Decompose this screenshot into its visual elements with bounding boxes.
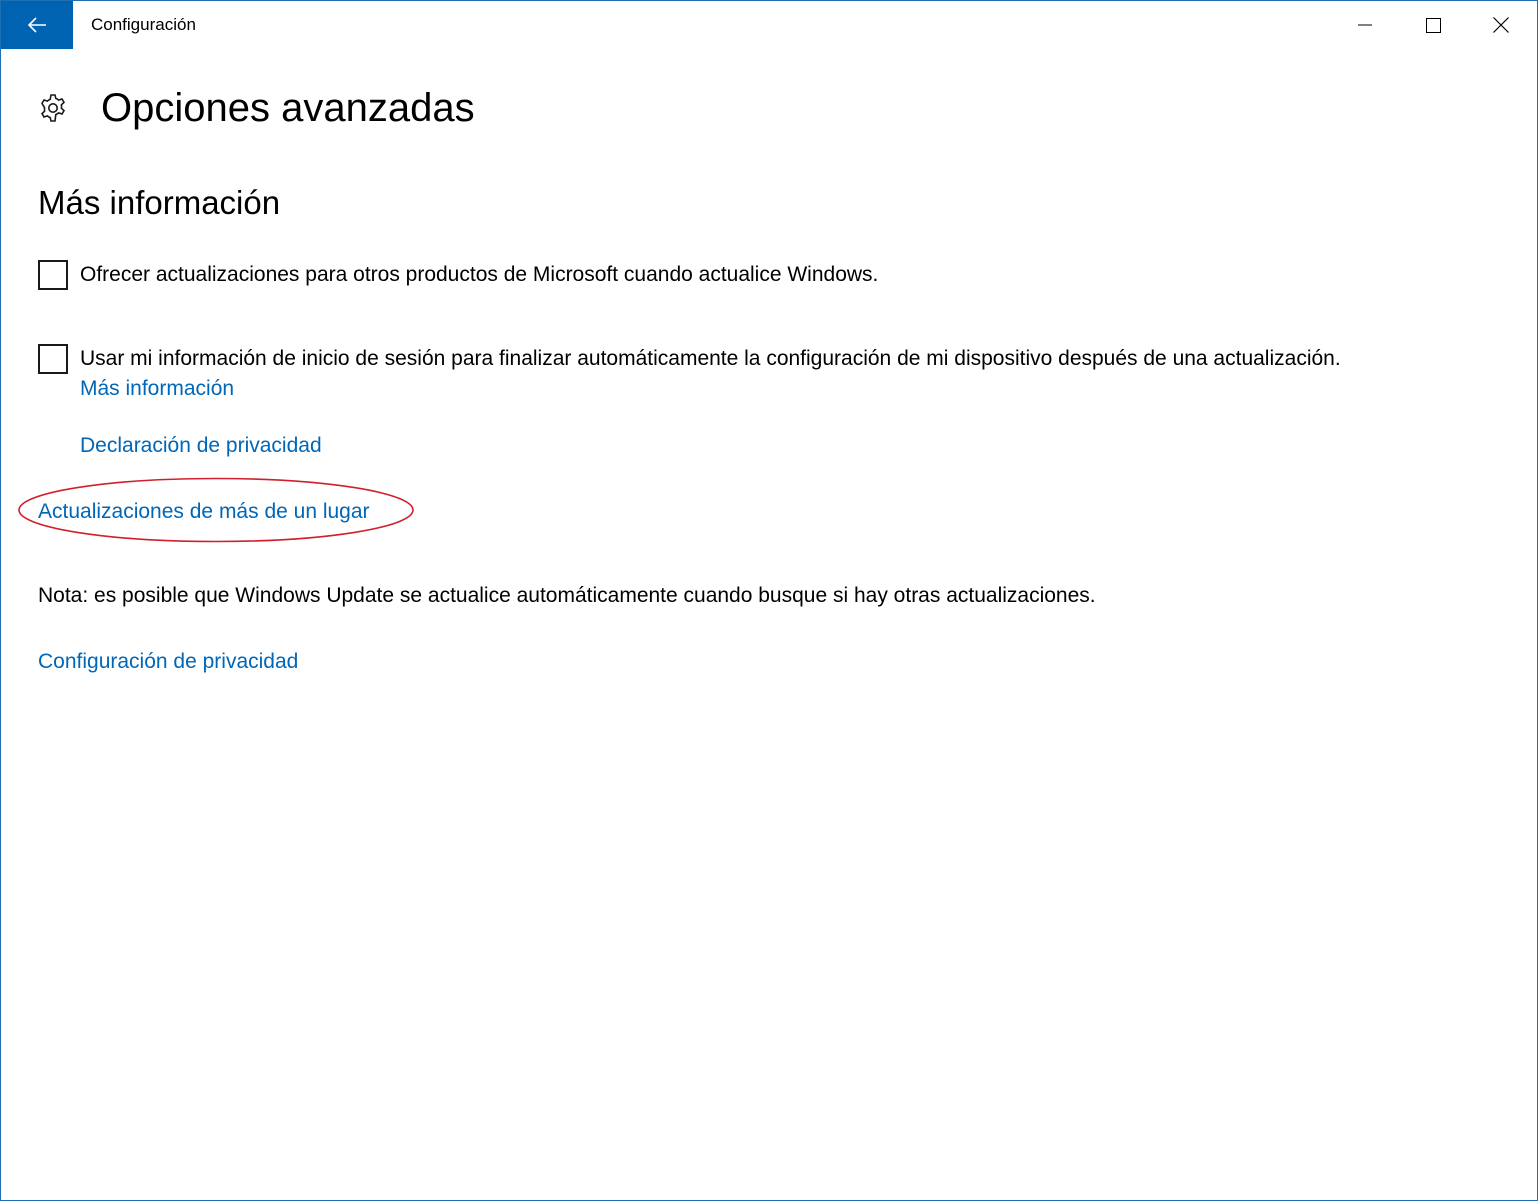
gear-icon [40, 94, 66, 122]
privacy-settings-link[interactable]: Configuración de privacidad [38, 647, 298, 677]
page-title: Opciones avanzadas [101, 86, 475, 130]
window-title: Configuración [91, 15, 196, 34]
delivery-optimization-link[interactable]: Actualizaciones de más de un lugar [38, 497, 370, 527]
maximize-button[interactable] [1399, 1, 1467, 49]
settings-window: Configuración Opciones avanzadas Más inf… [0, 0, 1538, 1201]
more-info-link[interactable]: Más información [80, 374, 234, 404]
sign-in-info-label[interactable]: Usar mi información de inicio de sesión … [80, 344, 1341, 374]
update-note: Nota: es posible que Windows Update se a… [38, 584, 1096, 607]
back-button[interactable] [1, 1, 73, 49]
sign-in-info-checkbox[interactable] [38, 344, 68, 374]
close-button[interactable] [1467, 1, 1535, 49]
minimize-button[interactable] [1331, 1, 1399, 49]
offer-updates-label[interactable]: Ofrecer actualizaciones para otros produ… [80, 260, 878, 290]
title-bar: Configuración [1, 1, 1537, 49]
offer-updates-checkbox[interactable] [38, 260, 68, 290]
back-arrow-icon [27, 17, 46, 33]
minimize-icon [1358, 24, 1372, 26]
section-title: Más información [38, 184, 281, 221]
maximize-icon [1425, 17, 1441, 33]
privacy-statement-link[interactable]: Declaración de privacidad [80, 431, 322, 461]
close-icon [1493, 17, 1509, 33]
